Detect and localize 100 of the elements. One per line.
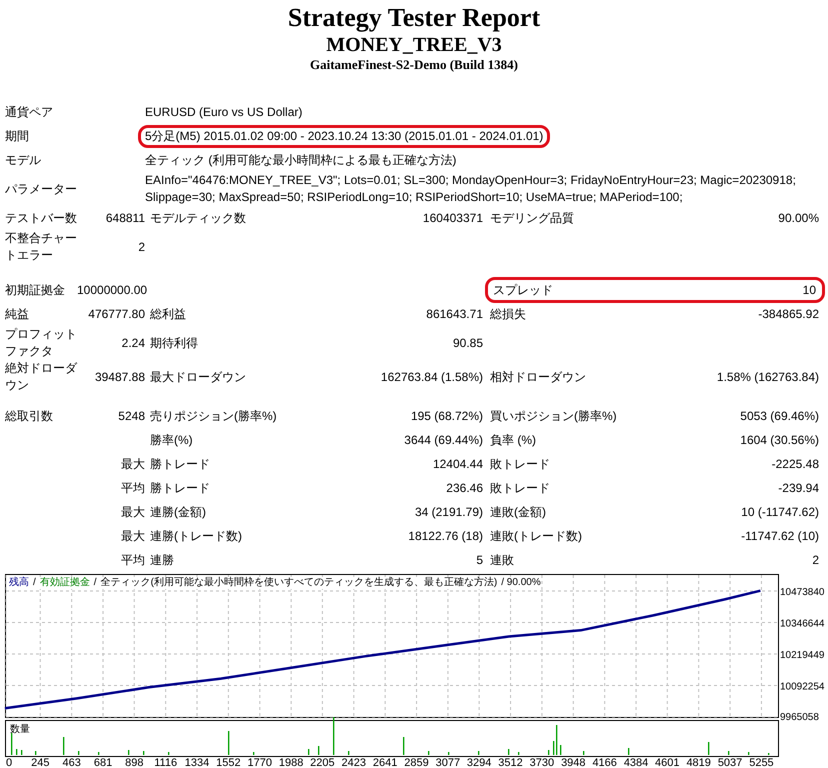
- stat-label: 連敗: [490, 552, 514, 569]
- setting-value: EURUSD (Euro vs US Dollar): [145, 104, 302, 121]
- stat-label: 純益: [5, 306, 29, 320]
- x-tick-label: 4819: [686, 757, 711, 767]
- stat-value: 160403371: [422, 210, 483, 227]
- stat-label: 敗トレード: [490, 456, 550, 473]
- setting-value: 5分足(M5) 2015.01.02 09:00 - 2023.10.24 13:30 (2015.01.01 - 2024.01.01): [138, 124, 550, 148]
- stat-value: 861643.71: [426, 306, 483, 323]
- x-tick-label: 2859: [404, 757, 429, 767]
- stat-value: 平均: [121, 481, 145, 495]
- x-tick-label: 1552: [216, 757, 241, 767]
- x-tick-label: 1116: [154, 757, 178, 767]
- stat-value: -384865.92: [758, 306, 819, 323]
- x-tick-label: 2205: [310, 757, 335, 767]
- stat-value: 90.00%: [778, 210, 819, 227]
- stat-label: 相対ドローダウン: [490, 369, 586, 386]
- x-tick-label: 681: [94, 757, 112, 767]
- stat-value: 最大: [121, 457, 145, 471]
- stat-value: 1.58% (162763.84): [716, 369, 819, 386]
- stat-value: 2: [812, 552, 819, 569]
- stat-value: 10000000.00: [77, 283, 148, 297]
- x-tick-label: 1988: [278, 757, 304, 767]
- stat-value: 10 (-11747.62): [741, 504, 819, 521]
- stat-label: プロフィットファクタ: [5, 327, 77, 358]
- legend-item: / 90.00%: [501, 577, 541, 589]
- legend-item: /: [94, 577, 97, 589]
- volume-label: 数量: [10, 724, 30, 735]
- stat-label: 連勝: [150, 552, 174, 569]
- setting-value: 全ティック (利用可能な最小時間枠による最も正確な方法): [145, 152, 456, 169]
- stat-value: 236.46: [446, 480, 483, 497]
- stat-value: 5: [476, 552, 483, 569]
- x-tick-label: 463: [62, 757, 81, 767]
- x-tick-label: 3948: [561, 757, 586, 767]
- legend-item: /: [33, 577, 36, 589]
- stat-value: 最大: [121, 505, 145, 519]
- x-tick-label: 3512: [498, 757, 523, 767]
- x-tick-label: 3294: [466, 757, 492, 767]
- stat-value: 195 (68.72%): [410, 408, 483, 425]
- stat-label: テストバー数: [5, 210, 77, 224]
- stat-value: 1604 (30.56%): [740, 432, 819, 449]
- setting-label: モデル: [5, 152, 42, 169]
- stat-value: 10: [802, 282, 816, 299]
- stat-value: 18122.76 (18): [408, 528, 483, 545]
- stat-value: -11747.62 (10): [741, 528, 819, 545]
- stat-label: 総損失: [490, 306, 526, 323]
- stat-label: スプレッド: [493, 282, 553, 299]
- x-tick-label: 898: [125, 757, 144, 767]
- setting-label: 通貨ペア: [5, 104, 54, 121]
- x-tick-label: 5037: [718, 757, 742, 767]
- stat-value: 12404.44: [432, 456, 483, 473]
- stat-label: 絶対ドローダウン: [5, 361, 77, 392]
- x-tick-label: 1770: [248, 757, 272, 767]
- stat-label: 連敗(金額): [490, 504, 546, 521]
- stat-value: 5053 (69.46%): [740, 408, 819, 425]
- setting-label: パラメーター: [5, 181, 78, 198]
- x-tick-label: 3730: [530, 757, 554, 767]
- y-tick-label: 10473840: [780, 587, 824, 598]
- x-tick-label: 245: [31, 757, 50, 767]
- report-title: Strategy Tester Report: [288, 3, 540, 33]
- stat-value: -239.94: [778, 480, 819, 497]
- stat-label: 敗トレード: [490, 480, 550, 497]
- stat-value: 3644 (69.44%): [404, 432, 483, 449]
- setting-label: 期間: [5, 128, 30, 145]
- stat-value: 162763.84 (1.58%): [380, 369, 483, 386]
- stat-value: 648811: [106, 211, 145, 225]
- server-name: GaitameFinest-S2-Demo (Build 1384): [310, 57, 518, 73]
- stat-value: 最大: [121, 529, 145, 543]
- stat-label: 初期証拠金: [5, 282, 65, 296]
- stat-value: 39487.88: [94, 370, 145, 384]
- legend-item: 有効証拠金: [40, 577, 90, 589]
- x-tick-label: 1334: [184, 757, 210, 767]
- report-subtitle: MONEY_TREE_V3: [326, 33, 502, 57]
- stat-label: 勝トレード: [150, 480, 210, 497]
- stat-value: 2: [138, 240, 145, 254]
- stat-value: 2.24: [122, 336, 145, 350]
- stat-label: モデルティック数: [150, 210, 246, 227]
- stat-label: 期待利得: [150, 335, 198, 352]
- y-tick-label: 10219449: [780, 650, 824, 661]
- stat-label: 買いポジション(勝率%): [490, 408, 617, 425]
- legend-item: 全ティック(利用可能な最小時間枠を使いすべてのティックを生成する、最も正確な方法): [100, 577, 498, 589]
- stat-label: 連敗(トレード数): [490, 528, 582, 545]
- stat-label: 連勝(トレード数): [150, 528, 242, 545]
- x-tick-label: 2641: [372, 757, 398, 767]
- stat-value: 476777.80: [88, 307, 145, 321]
- stat-label: 総取引数: [5, 408, 53, 422]
- x-tick-label: 4166: [592, 757, 617, 767]
- stat-label: 最大ドローダウン: [150, 369, 246, 386]
- x-tick-label: 5255: [749, 757, 774, 767]
- stat-label: 総利益: [150, 306, 186, 323]
- x-tick-label: 3077: [436, 757, 460, 767]
- stat-label: 負率 (%): [490, 432, 536, 449]
- y-tick-label: 9965058: [780, 712, 819, 723]
- y-tick-label: 10092254: [780, 682, 824, 692]
- stat-value: 34 (2191.79): [414, 504, 483, 521]
- x-tick-label: 4384: [624, 757, 648, 767]
- setting-value: EAInfo="46476:MONEY_TREE_V3"; Lots=0.01; SL=300; MondayOpenHour=3; FridayNoEntryHour=23; Magic=20230918; Slippage=30; MaxSpread=50; RSIPeriodLong=10; RSIPeriodShort=10; UseMA=true; MAPeriod=100;: [145, 172, 797, 206]
- x-tick-label: 4601: [655, 757, 680, 767]
- legend-item: 残高: [9, 577, 29, 589]
- stat-label: 売りポジション(勝率%): [150, 408, 277, 425]
- stat-value: -2225.48: [772, 456, 819, 473]
